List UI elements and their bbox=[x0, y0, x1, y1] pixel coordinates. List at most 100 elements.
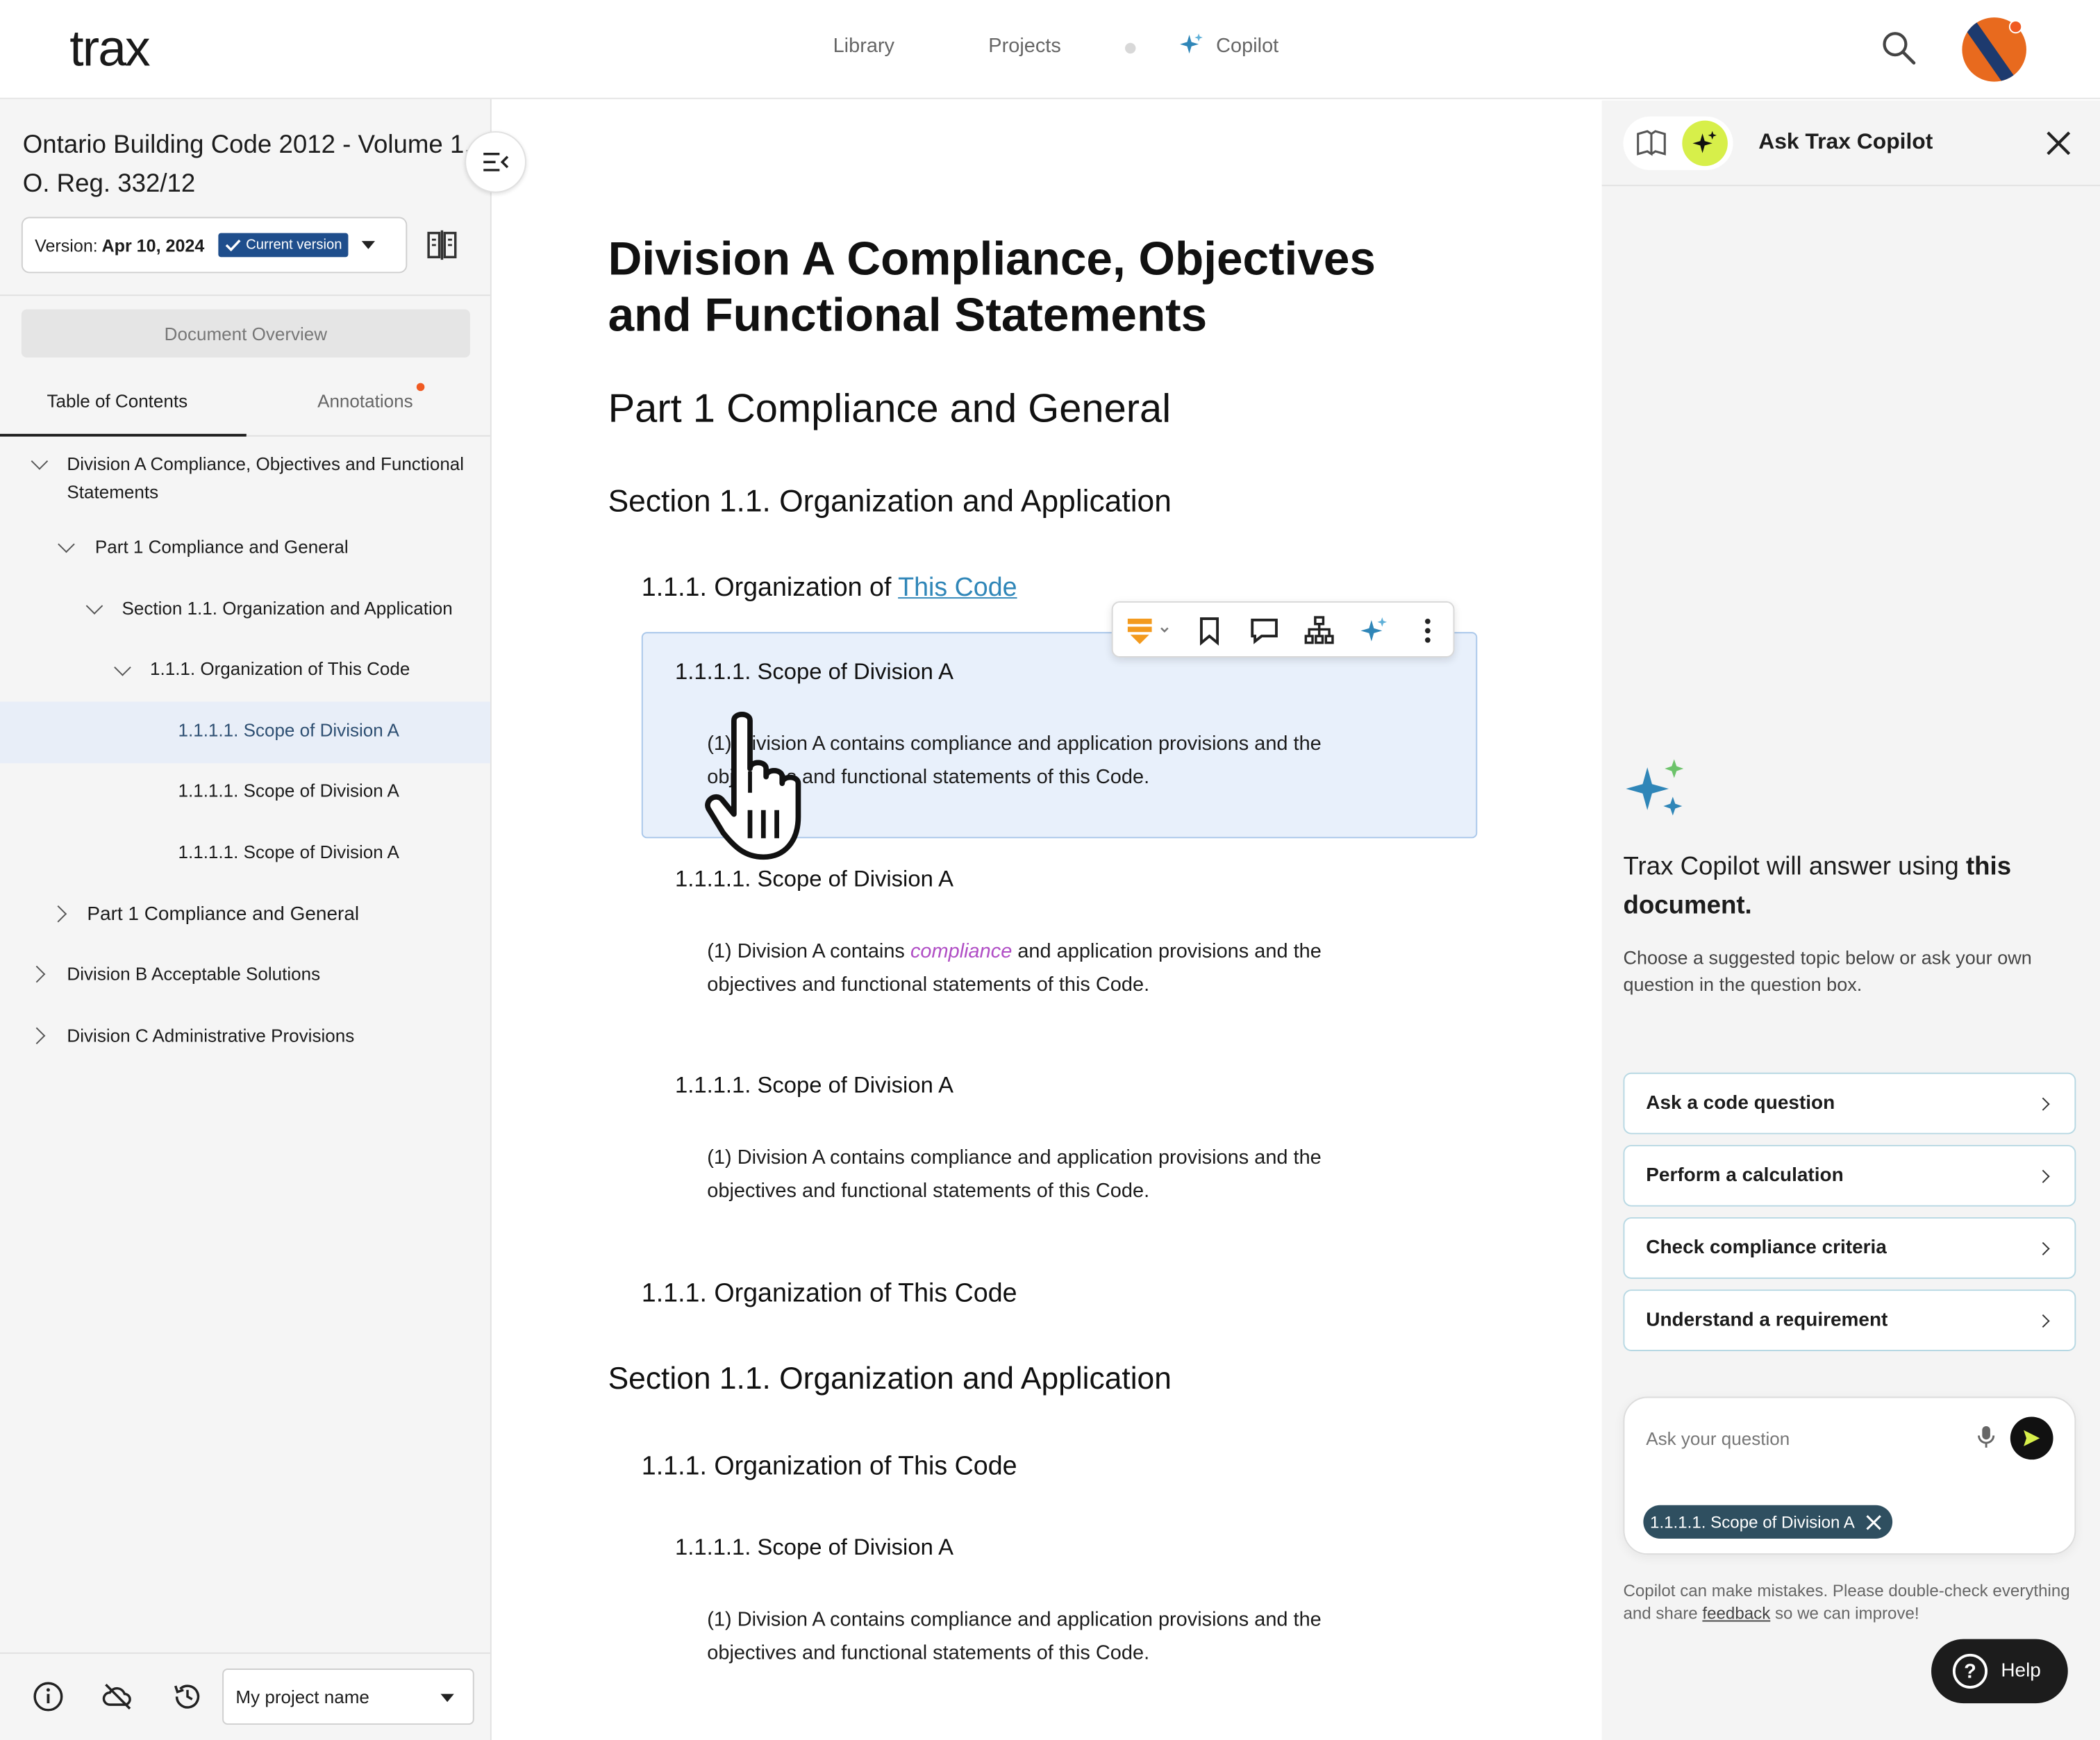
collapse-sidebar-button[interactable] bbox=[465, 131, 526, 193]
check-icon bbox=[224, 240, 240, 252]
copilot-sparkle-icon bbox=[1626, 759, 1684, 816]
toc-item[interactable]: Division C Administrative Provisions bbox=[67, 1022, 354, 1051]
tab-table-of-contents[interactable]: Table of Contents bbox=[47, 391, 188, 411]
hand-cursor-icon bbox=[705, 712, 801, 860]
help-button[interactable]: ? Help bbox=[1931, 1639, 2068, 1704]
suggestion-ask-code-question[interactable]: Ask a code question bbox=[1623, 1072, 2076, 1135]
article-heading-text: 1.1.1. Organization of bbox=[641, 573, 899, 603]
toc-item[interactable]: Section 1.1. Organization and Applicatio… bbox=[122, 594, 453, 623]
sparkle-icon bbox=[1180, 33, 1203, 54]
toc-item[interactable]: Division A Compliance, Objectives and Fu… bbox=[67, 450, 469, 506]
version-selector[interactable]: Version: Apr 10, 2024 Current version bbox=[21, 217, 408, 274]
microphone-icon[interactable] bbox=[1976, 1425, 1997, 1449]
nav-copilot-label: Copilot bbox=[1216, 34, 1279, 57]
book-icon[interactable] bbox=[1637, 130, 1666, 157]
copilot-title: Ask Trax Copilot bbox=[1758, 130, 1933, 154]
provision-text: (1) Division A contains compliance and a… bbox=[707, 935, 1376, 1001]
copilot-disclaimer: Copilot can make mistakes. Please double… bbox=[1623, 1580, 2085, 1626]
chevron-down-icon[interactable] bbox=[31, 453, 49, 470]
chevron-down-icon bbox=[440, 1693, 454, 1703]
chevron-right-icon[interactable] bbox=[28, 965, 46, 983]
chevron-down-icon bbox=[362, 241, 376, 249]
collapse-menu-icon bbox=[483, 153, 509, 172]
document-overview-button[interactable]: Document Overview bbox=[21, 309, 470, 358]
chevron-down-icon[interactable] bbox=[58, 535, 75, 553]
copilot-ai-toggle[interactable] bbox=[1682, 120, 1728, 167]
toc-item[interactable]: Part 1 Compliance and General bbox=[87, 901, 359, 930]
toc-item[interactable]: Division B Acceptable Solutions bbox=[67, 960, 320, 989]
history-icon[interactable] bbox=[172, 1680, 203, 1712]
ai-sparkle-icon[interactable] bbox=[1358, 614, 1390, 646]
chevron-right-icon[interactable] bbox=[28, 1027, 46, 1045]
notification-dot bbox=[2008, 19, 2023, 34]
send-icon bbox=[2024, 1430, 2040, 1446]
chevron-down-icon[interactable] bbox=[85, 597, 103, 614]
chevron-right-icon bbox=[2036, 1241, 2050, 1255]
more-options-icon[interactable] bbox=[1412, 614, 1444, 646]
sentence-heading: 1.1.1.1. Scope of Division A bbox=[675, 1072, 953, 1098]
highlighted-term[interactable]: compliance bbox=[910, 940, 1012, 963]
copilot-mode-toggle[interactable] bbox=[1623, 116, 1733, 170]
division-heading: Division A Compliance, Objectives and Fu… bbox=[608, 233, 1376, 342]
suggestion-label: Understand a requirement bbox=[1646, 1310, 1888, 1332]
copilot-intro-text: Trax Copilot will answer using bbox=[1623, 853, 1966, 882]
chevron-down-icon[interactable] bbox=[114, 659, 131, 676]
chevron-right-icon bbox=[2036, 1169, 2050, 1183]
document-title: Ontario Building Code 2012 - Volume 1, O… bbox=[22, 131, 472, 199]
part-heading: Part 1 Compliance and General bbox=[608, 387, 1172, 432]
context-chip[interactable]: 1.1.1.1. Scope of Division A bbox=[1643, 1505, 1892, 1539]
toc-item[interactable]: 1.1.1.1. Scope of Division A bbox=[178, 777, 399, 805]
version-label: Version: bbox=[35, 235, 98, 256]
sidebar-footer: My project name bbox=[0, 1652, 490, 1740]
tab-annotations[interactable]: Annotations bbox=[317, 391, 413, 411]
version-date: Apr 10, 2024 bbox=[101, 235, 205, 256]
sentence-heading: 1.1.1.1. Scope of Division A bbox=[675, 658, 953, 685]
feedback-link[interactable]: feedback bbox=[1702, 1604, 1770, 1623]
comment-icon[interactable] bbox=[1248, 614, 1280, 646]
question-input[interactable] bbox=[1646, 1422, 1954, 1455]
bookmark-icon[interactable] bbox=[1193, 614, 1225, 646]
top-navigation-bar: trax Library Projects Copilot bbox=[0, 0, 2100, 99]
trax-logo[interactable]: trax bbox=[69, 22, 150, 79]
compare-versions-icon[interactable] bbox=[426, 229, 458, 261]
sparkle-icon bbox=[1692, 131, 1717, 153]
chevron-right-icon bbox=[2036, 1314, 2050, 1328]
remove-context-icon[interactable] bbox=[1865, 1514, 1881, 1530]
project-selector[interactable]: My project name bbox=[222, 1668, 474, 1725]
close-icon[interactable] bbox=[2044, 128, 2073, 158]
nav-separator-dot bbox=[1125, 42, 1136, 54]
annotations-badge-dot bbox=[416, 383, 425, 392]
cloud-offline-icon[interactable] bbox=[102, 1680, 134, 1712]
copilot-intro: Trax Copilot will answer using this docu… bbox=[1623, 848, 2078, 926]
section-heading: Section 1.1. Organization and Applicatio… bbox=[608, 483, 1172, 519]
chevron-right-icon[interactable] bbox=[49, 905, 67, 923]
info-icon[interactable] bbox=[32, 1680, 64, 1712]
search-icon[interactable] bbox=[1881, 29, 1918, 67]
project-name: My project name bbox=[235, 1687, 369, 1707]
article-heading: 1.1.1. Organization of This Code bbox=[641, 1278, 1017, 1309]
toc-item[interactable]: Part 1 Compliance and General bbox=[95, 533, 349, 562]
help-label: Help bbox=[2001, 1660, 2041, 1682]
hierarchy-icon[interactable] bbox=[1303, 614, 1335, 646]
suggestion-understand-requirement[interactable]: Understand a requirement bbox=[1623, 1289, 2076, 1351]
nav-projects[interactable]: Projects bbox=[988, 35, 1061, 58]
suggestion-label: Check compliance criteria bbox=[1646, 1237, 1887, 1259]
help-icon: ? bbox=[1952, 1653, 1988, 1689]
send-button[interactable] bbox=[2010, 1416, 2053, 1460]
toc-item[interactable]: 1.1.1. Organization of This Code bbox=[150, 655, 410, 683]
suggestion-label: Perform a calculation bbox=[1646, 1164, 1844, 1187]
nav-copilot[interactable]: Copilot bbox=[1178, 32, 1278, 59]
nav-library[interactable]: Library bbox=[833, 35, 894, 58]
toc-item[interactable]: 1.1.1.1. Scope of Division A bbox=[178, 838, 399, 867]
sentence-heading: 1.1.1.1. Scope of Division A bbox=[675, 1534, 953, 1560]
document-content: Division A Compliance, Objectives and Fu… bbox=[492, 100, 1602, 1740]
toc-item-active[interactable]: 1.1.1.1. Scope of Division A bbox=[178, 717, 399, 745]
provision-text: (1) Division A contains compliance and a… bbox=[707, 1608, 1322, 1665]
copilot-subtitle: Choose a suggested topic below or ask yo… bbox=[1623, 946, 2032, 995]
highlighter-icon[interactable] bbox=[1126, 614, 1172, 646]
left-sidebar: Ontario Building Code 2012 - Volume 1, O… bbox=[0, 99, 492, 1740]
suggestion-check-compliance[interactable]: Check compliance criteria bbox=[1623, 1217, 2076, 1279]
this-code-link[interactable]: This Code bbox=[898, 573, 1017, 602]
disclaimer-text-end: so we can improve! bbox=[1770, 1604, 1919, 1623]
suggestion-perform-calculation[interactable]: Perform a calculation bbox=[1623, 1144, 2076, 1207]
